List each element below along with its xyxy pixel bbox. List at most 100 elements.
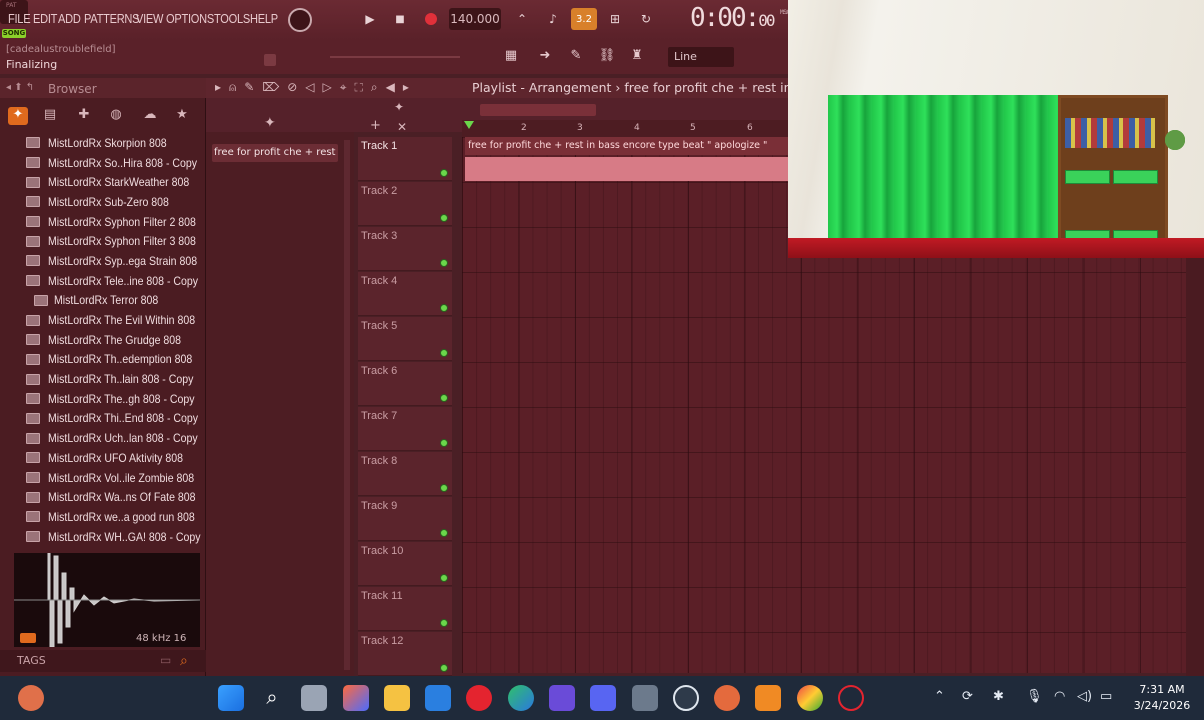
track-header[interactable]: Track 12	[358, 632, 452, 676]
countdown-button[interactable]: 3.2	[571, 8, 597, 30]
track-header[interactable]: Track 10	[358, 542, 452, 586]
track-header[interactable]: Track 4	[358, 272, 452, 316]
pattern-scrollbar[interactable]	[344, 140, 350, 670]
blend-notes-icon[interactable]: ⊞	[603, 8, 627, 30]
star-icon[interactable]: ★	[172, 107, 192, 125]
clipchamp-icon[interactable]	[549, 685, 575, 711]
menu-add[interactable]: ADD	[58, 11, 81, 26]
chevron-up-icon[interactable]: ⌃	[934, 689, 945, 704]
wait-for-input-icon[interactable]: ♪	[541, 8, 565, 30]
master-slider[interactable]	[330, 56, 460, 58]
stamp-icon[interactable]: ♜	[625, 48, 649, 66]
track-header[interactable]: Track 1	[358, 137, 452, 181]
browser-file-item[interactable]: MistLordRx The..gh 808 - Copy	[26, 389, 202, 409]
plugin-icon[interactable]: ✚	[74, 107, 94, 125]
steam-icon[interactable]	[673, 685, 699, 711]
lock-icon[interactable]	[264, 54, 276, 66]
play-preview-icon[interactable]	[20, 633, 36, 643]
browser-file-item[interactable]: MistLordRx Thi..End 808 - Copy	[26, 409, 202, 429]
browser-file-item[interactable]: MistLordRx So..Hira 808 - Copy	[26, 153, 202, 173]
playhead-marker[interactable]	[464, 121, 474, 129]
horizontal-scrollbar[interactable]	[480, 104, 596, 116]
arrow-icon[interactable]: ➜	[533, 48, 557, 66]
track-mute-led[interactable]	[440, 574, 448, 582]
fl-studio-icon[interactable]	[755, 685, 781, 711]
snap-icon[interactable]: ✦	[264, 115, 276, 131]
search-icon[interactable]: ⌕	[259, 685, 285, 711]
chrome-icon[interactable]	[797, 685, 823, 711]
bluetooth-icon[interactable]: ✱	[993, 689, 1004, 704]
globe-icon[interactable]: ◍	[106, 107, 126, 125]
loop-record-icon[interactable]: ↻	[634, 8, 658, 30]
tempo-display[interactable]: 140.000	[449, 8, 501, 30]
browser-file-item[interactable]: MistLordRx Vol..ile Zombie 808	[26, 468, 202, 488]
overview-icon[interactable]: ✦	[394, 100, 404, 114]
menu-tools[interactable]: TOOLS	[214, 11, 250, 26]
menu-file[interactable]: FILE	[8, 11, 31, 26]
menu-patterns[interactable]: PATTERNS	[84, 11, 140, 26]
track-header[interactable]: Track 6	[358, 362, 452, 406]
browser-file-item[interactable]: MistLordRx The Grudge 808	[26, 330, 202, 350]
track-mute-led[interactable]	[440, 394, 448, 402]
master-volume-knob[interactable]	[288, 8, 312, 32]
browser-menu-icon[interactable]: ◂ ⬆ ↰	[6, 82, 34, 93]
browser-file-item[interactable]: MistLordRx Uch..lan 808 - Copy	[26, 428, 202, 448]
track-header[interactable]: Track 5	[358, 317, 452, 361]
browser-file-item[interactable]: MistLordRx UFO Aktivity 808	[26, 448, 202, 468]
browser-file-item[interactable]: MistLordRx The Evil Within 808	[26, 310, 202, 330]
browser-file-item[interactable]: MistLordRx Th..lain 808 - Copy	[26, 369, 202, 389]
track-mute-led[interactable]	[440, 214, 448, 222]
track-mute-led[interactable]	[440, 529, 448, 537]
playlist-tools-icons[interactable]: ▸⍝✎⌦⊘◁▷⌖⛶⌕◀▸	[215, 80, 417, 95]
browser-file-item[interactable]: MistLordRx StarkWeather 808	[26, 172, 202, 192]
all-files-icon[interactable]: ✦	[8, 107, 28, 125]
browser-file-item[interactable]: MistLordRx Wa..ns Of Fate 808	[26, 487, 202, 507]
track-mute-led[interactable]	[440, 664, 448, 672]
piano-roll-icon[interactable]: ▦	[499, 48, 523, 66]
browser-file-item[interactable]: MistLordRx Syphon Filter 2 808	[26, 212, 202, 232]
add-track-icon[interactable]: +	[370, 118, 381, 133]
sync-icon[interactable]: ⟳	[962, 689, 973, 704]
folder-icon[interactable]: ▭	[160, 653, 171, 667]
track-mute-led[interactable]	[440, 259, 448, 267]
track-mute-led[interactable]	[440, 484, 448, 492]
browser-file-item[interactable]: MistLordRx WH..GA! 808 - Copy	[26, 527, 202, 547]
track-header[interactable]: Track 8	[358, 452, 452, 496]
track-header[interactable]: Track 11	[358, 587, 452, 631]
opera-icon[interactable]	[466, 685, 492, 711]
browser-file-item[interactable]: MistLordRx Terror 808	[26, 291, 202, 311]
document-icon[interactable]: ▤	[40, 107, 60, 125]
stop-button[interactable]: ■	[390, 8, 410, 30]
browser-file-item[interactable]: MistLordRx Syphon Filter 3 808	[26, 231, 202, 251]
plugin-picker-icon[interactable]: ✎	[564, 48, 588, 66]
track-header[interactable]: Track 7	[358, 407, 452, 451]
pattern-item[interactable]: free for profit che + rest i...	[212, 144, 338, 162]
copilot-icon[interactable]	[343, 685, 369, 711]
search-icon[interactable]: ⌕	[180, 653, 188, 669]
track-mute-led[interactable]	[440, 349, 448, 357]
browser-file-item[interactable]: MistLordRx Syp..ega Strain 808	[26, 251, 202, 271]
menu-edit[interactable]: EDIT	[33, 11, 57, 26]
time-display[interactable]: 0:00:00 M:S:CS	[690, 3, 792, 33]
camera-icon[interactable]	[632, 685, 658, 711]
start-icon[interactable]	[218, 685, 244, 711]
file-explorer-icon[interactable]	[384, 685, 410, 711]
battery-icon[interactable]: ▭	[1100, 689, 1112, 704]
close-icon[interactable]: ✕	[397, 120, 407, 134]
opera-gx-icon[interactable]	[838, 685, 864, 711]
browser-file-item[interactable]: MistLordRx Tele..ine 808 - Copy	[26, 271, 202, 291]
menu-help[interactable]: HELP	[250, 11, 278, 26]
browser-file-item[interactable]: MistLordRx Sub-Zero 808	[26, 192, 202, 212]
snap-select[interactable]: Line	[668, 47, 734, 67]
track-mute-led[interactable]	[440, 169, 448, 177]
track-header[interactable]: Track 9	[358, 497, 452, 541]
wifi-icon[interactable]: ◠	[1054, 689, 1065, 704]
metronome-icon[interactable]: ⌃	[510, 8, 534, 30]
weather-icon[interactable]	[18, 685, 44, 711]
link-icon[interactable]: ⛓	[595, 48, 619, 66]
discord-icon[interactable]	[590, 685, 616, 711]
browser-file-item[interactable]: MistLordRx Skorpion 808	[26, 133, 202, 153]
menu-view[interactable]: VIEW	[136, 11, 163, 26]
track-mute-led[interactable]	[440, 304, 448, 312]
browser-file-item[interactable]: MistLordRx we..a good run 808	[26, 507, 202, 527]
